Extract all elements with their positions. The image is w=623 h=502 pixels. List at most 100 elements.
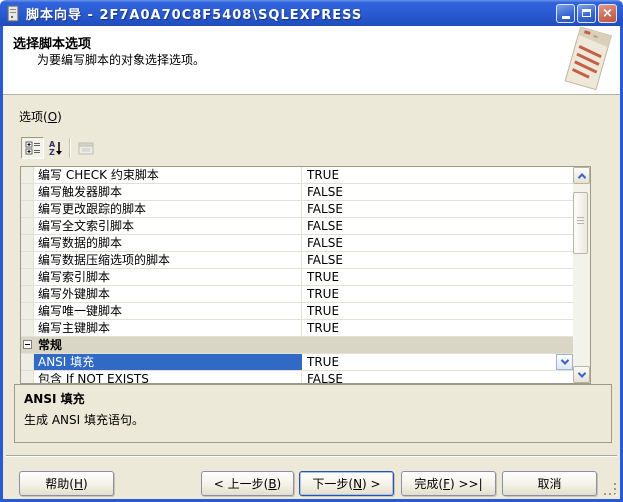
property-row[interactable]: 编写索引脚本TRUE	[21, 269, 573, 286]
row-margin	[21, 354, 34, 370]
chevron-down-icon	[560, 356, 568, 364]
az-sort-icon: A Z	[48, 140, 64, 156]
next-button[interactable]: 下一步(N) >	[299, 471, 394, 496]
row-margin	[21, 252, 34, 268]
wizard-banner: 选择脚本选项 为要编写脚本的对象选择选项。	[3, 26, 620, 95]
maximize-icon	[582, 9, 591, 17]
dialog-body: 选择脚本选项 为要编写脚本的对象选择选项。 选项(O)	[0, 26, 623, 502]
property-value: FALSE	[302, 184, 573, 200]
property-value: FALSE	[302, 201, 573, 217]
row-margin	[21, 286, 34, 302]
property-value: FALSE	[302, 218, 573, 234]
property-value-text: TRUE	[307, 355, 339, 369]
property-row[interactable]: 编写全文索引脚本 FALSE	[21, 218, 573, 235]
options-label: 选项(O)	[19, 108, 62, 125]
property-value-text: TRUE	[307, 304, 339, 318]
script-wizard-window: 脚本向导 - 2F7A0A70C8F5408\SQLEXPRESS × 选择脚本…	[0, 0, 623, 502]
row-margin	[21, 201, 34, 217]
value-dropdown-button[interactable]	[556, 354, 573, 370]
property-label: 编写唯一键脚本	[34, 303, 302, 319]
property-value: TRUE	[302, 320, 573, 336]
footer-divider	[6, 455, 617, 457]
property-pages-button	[74, 137, 97, 159]
property-label: 编写更改跟踪的脚本	[34, 201, 302, 217]
scrollbar-track[interactable]	[573, 184, 590, 366]
property-grid: 编写 CHECK 约束脚本TRUE编写触发器脚本 FALSE 编写更改跟踪的脚本 FA…	[20, 166, 591, 384]
property-value-text: FALSE	[307, 219, 343, 233]
property-label: 包含 If NOT EXISTS	[34, 371, 302, 383]
vertical-scrollbar[interactable]	[573, 167, 590, 383]
description-text: 生成 ANSI 填充语句。	[24, 411, 602, 428]
property-grid-rows: 编写 CHECK 约束脚本TRUE编写触发器脚本 FALSE 编写更改跟踪的脚本 FA…	[21, 167, 573, 383]
property-label: 编写主键脚本	[34, 320, 302, 336]
svg-text:Z: Z	[49, 148, 55, 156]
resize-grip[interactable]	[604, 483, 618, 497]
scrollbar-thumb[interactable]	[573, 192, 588, 254]
property-row[interactable]: 编写主键脚本 TRUE	[21, 320, 573, 337]
chevron-up-icon	[577, 173, 585, 181]
cancel-button[interactable]: 取消	[502, 471, 597, 496]
minimize-icon	[562, 16, 570, 19]
category-label: 常规	[34, 337, 302, 353]
finish-button[interactable]: 完成(F) >>|	[401, 471, 496, 496]
toolbar-separator	[69, 138, 70, 158]
property-row[interactable]: 编写触发器脚本 FALSE	[21, 184, 573, 201]
property-value: FALSE	[302, 252, 573, 268]
row-margin	[21, 235, 34, 251]
page-subtitle: 为要编写脚本的对象选择选项。	[37, 51, 205, 68]
categorized-view-button[interactable]	[21, 137, 44, 159]
property-value: TRUE	[302, 303, 573, 319]
property-value-text: TRUE	[307, 321, 339, 335]
row-margin	[21, 218, 34, 234]
row-margin	[21, 269, 34, 285]
scroll-up-button[interactable]	[573, 167, 590, 184]
category-row[interactable]: 常规	[21, 337, 573, 354]
property-label: 编写外键脚本	[34, 286, 302, 302]
chevron-down-icon	[577, 369, 585, 377]
back-button[interactable]: < 上一步(B)	[201, 471, 294, 496]
property-value-text: FALSE	[307, 372, 343, 383]
property-row[interactable]: 编写数据的脚本FALSE	[21, 235, 573, 252]
app-icon	[6, 5, 21, 22]
row-margin	[21, 371, 34, 383]
property-value[interactable]: TRUE	[302, 354, 573, 370]
property-row[interactable]: 编写外键脚本 TRUE	[21, 286, 573, 303]
minimize-button[interactable]	[556, 4, 575, 23]
row-margin	[21, 303, 34, 319]
property-description-panel: ANSI 填充 生成 ANSI 填充语句。	[14, 384, 612, 443]
property-grid-toolbar: A Z	[21, 136, 97, 160]
property-value: TRUE	[302, 167, 573, 183]
property-value: FALSE	[302, 235, 573, 251]
property-row[interactable]: 编写 CHECK 约束脚本TRUE	[21, 167, 573, 184]
property-row[interactable]: 编写唯一键脚本 TRUE	[21, 303, 573, 320]
property-value: FALSE	[302, 371, 573, 383]
property-value: TRUE	[302, 269, 573, 285]
scroll-down-button[interactable]	[573, 366, 590, 383]
property-row[interactable]: 包含 If NOT EXISTS FALSE	[21, 371, 573, 383]
maximize-button[interactable]	[577, 4, 596, 23]
description-title: ANSI 填充	[24, 390, 602, 407]
property-value	[302, 337, 573, 353]
property-value-text: FALSE	[307, 185, 343, 199]
property-row[interactable]: 编写更改跟踪的脚本 FALSE	[21, 201, 573, 218]
titlebar[interactable]: 脚本向导 - 2F7A0A70C8F5408\SQLEXPRESS ×	[0, 0, 623, 26]
help-button[interactable]: 帮助(H)	[19, 471, 114, 496]
property-value-text: TRUE	[307, 287, 339, 301]
property-label: 编写触发器脚本	[34, 184, 302, 200]
row-margin	[21, 320, 34, 336]
property-label: 编写索引脚本	[34, 269, 302, 285]
property-label: 编写全文索引脚本	[34, 218, 302, 234]
property-row[interactable]: 编写数据压缩选项的脚本 FALSE	[21, 252, 573, 269]
property-value-text: FALSE	[307, 253, 343, 267]
alphabetical-sort-button[interactable]: A Z	[44, 137, 67, 159]
property-row[interactable]: ANSI 填充 TRUE	[21, 354, 573, 371]
close-icon: ×	[602, 7, 613, 20]
script-scroll-icon	[557, 27, 617, 91]
property-label: 编写数据的脚本	[34, 235, 302, 251]
row-margin	[21, 167, 34, 183]
collapse-minus-icon[interactable]	[23, 340, 32, 349]
property-label: 编写数据压缩选项的脚本	[34, 252, 302, 268]
property-label: ANSI 填充	[34, 354, 302, 370]
close-button[interactable]: ×	[598, 4, 617, 23]
property-value-text: FALSE	[307, 202, 343, 216]
